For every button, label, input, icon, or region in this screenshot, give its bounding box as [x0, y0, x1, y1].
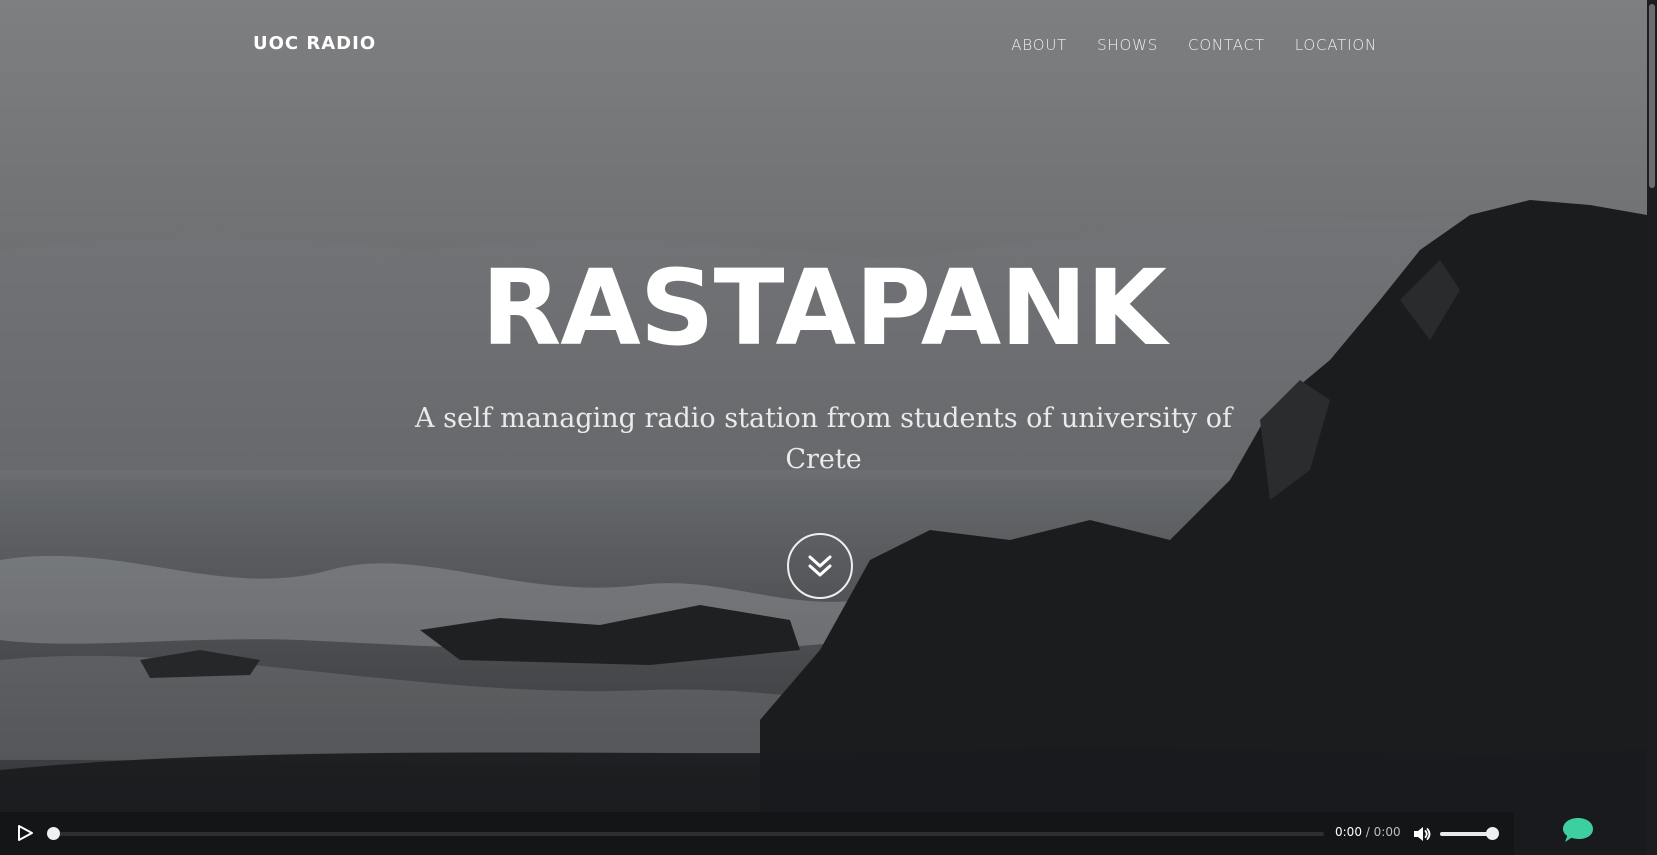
- double-chevron-down-icon: [808, 555, 832, 577]
- audio-player: 0:00 / 0:00: [0, 812, 1514, 855]
- nav-menu: ABOUT SHOWS CONTACT LOCATION: [1011, 36, 1377, 54]
- time-separator: /: [1365, 825, 1370, 839]
- nav-item-about[interactable]: ABOUT: [1011, 36, 1067, 54]
- hero-subtitle-line-1: A self managing radio station from stude…: [415, 403, 1232, 434]
- time-display: 0:00 / 0:00: [1335, 825, 1401, 839]
- seek-bar[interactable]: [47, 832, 1324, 836]
- scroll-down-button[interactable]: [787, 533, 853, 599]
- nav-item-contact[interactable]: CONTACT: [1188, 36, 1265, 54]
- duration-time: 0:00: [1373, 825, 1401, 839]
- nav-item-shows[interactable]: SHOWS: [1097, 36, 1158, 54]
- brand-logo-link[interactable]: UOC RADIO: [253, 33, 376, 54]
- top-navbar: UOC RADIO ABOUT SHOWS CONTACT LOCATION: [0, 0, 1647, 88]
- play-icon[interactable]: [16, 824, 34, 842]
- page-scrollbar[interactable]: [1647, 0, 1657, 855]
- hero-title: RASTAPANK: [481, 247, 1167, 369]
- volume-slider-handle[interactable]: [1486, 827, 1499, 840]
- speaker-icon[interactable]: [1412, 824, 1432, 844]
- current-time: 0:00: [1335, 825, 1362, 839]
- hero-subtitle: A self managing radio station from stude…: [0, 398, 1647, 480]
- scrollbar-thumb[interactable]: [1649, 4, 1655, 188]
- nav-item-location[interactable]: LOCATION: [1295, 36, 1377, 54]
- hero-subtitle-line-2: Crete: [785, 444, 862, 475]
- chat-bubble-icon[interactable]: [1561, 815, 1595, 845]
- seek-bar-handle[interactable]: [47, 827, 60, 840]
